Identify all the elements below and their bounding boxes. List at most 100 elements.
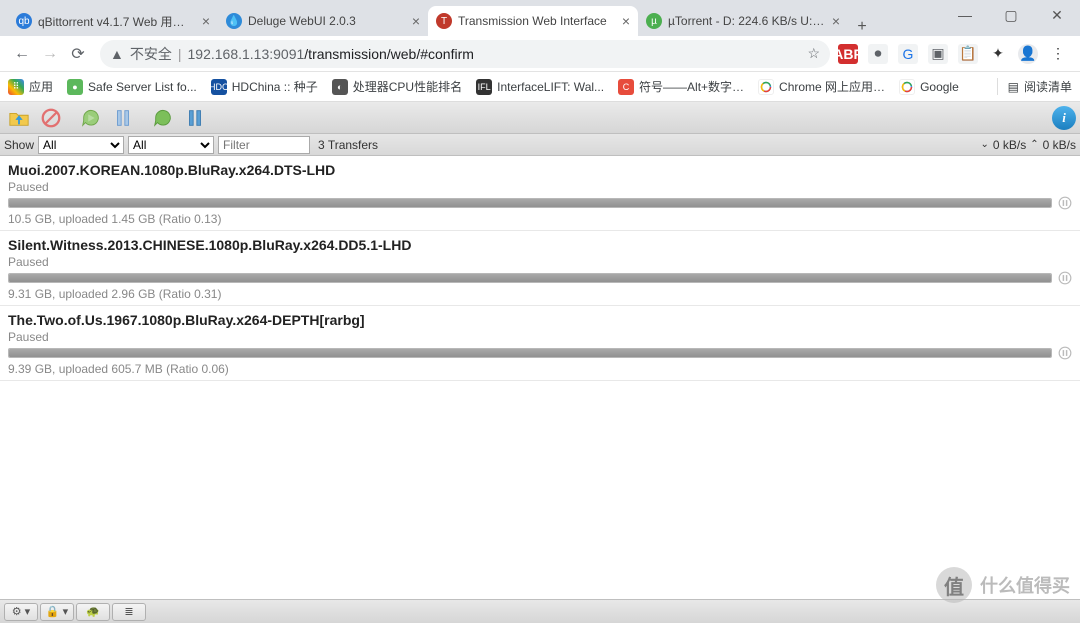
browser-tab[interactable]: 💧Deluge WebUI 2.0.3× [218, 6, 428, 36]
bookmark-star-icon[interactable]: ☆ [807, 45, 820, 62]
browser-menu-icon[interactable]: ⋮ [1048, 44, 1068, 64]
reload-button[interactable]: ⟳ [64, 40, 92, 68]
url-host: 192.168.1.13 [188, 46, 270, 62]
extension-icons: ABP ⏺ G ▣ 📋 ✦ 👤 ⋮ [838, 44, 1072, 64]
start-torrent-button[interactable] [76, 105, 106, 131]
filter-text-input[interactable] [218, 136, 310, 154]
progress-bar [8, 198, 1052, 208]
address-bar: ← → ⟳ ▲ 不安全 | 192.168.1.13:9091/transmis… [0, 36, 1080, 72]
url-port: :9091 [269, 46, 304, 62]
bookmark-icon: ◐ [332, 79, 348, 95]
pause-indicator-icon[interactable] [1058, 271, 1072, 285]
tab-title: µTorrent - D: 224.6 KB/s U: 7… [668, 14, 826, 28]
bookmark-label: Google [920, 80, 959, 94]
bookmark-icon [758, 79, 774, 95]
filter-status-select[interactable]: All [38, 136, 124, 154]
progress-bar [8, 273, 1052, 283]
apps-icon: ⠿ [8, 79, 24, 95]
torrent-status: Paused [8, 180, 1072, 194]
pause-all-button[interactable] [180, 105, 210, 131]
lock-button[interactable]: 🔒 ▾ [40, 603, 74, 621]
up-arrow-icon: ⌃ [1030, 139, 1038, 150]
pause-torrent-button[interactable] [108, 105, 138, 131]
g-ext-icon[interactable]: G [898, 44, 918, 64]
torrent-list: Muoi.2007.KOREAN.1080p.BluRay.x264.DTS-L… [0, 156, 1080, 621]
bookmark-label: 处理器CPU性能排名 [353, 78, 462, 95]
reading-list-button[interactable]: ▤ 阅读清单 [997, 78, 1072, 95]
reading-list-icon: ▤ [1008, 80, 1019, 94]
bookmark-item[interactable]: Google [899, 79, 959, 95]
close-tab-icon[interactable]: × [622, 13, 630, 29]
browser-tab-strip: qbqBittorrent v4.1.7 Web 用户界×💧Deluge Web… [0, 0, 1080, 36]
close-tab-icon[interactable]: × [832, 13, 840, 29]
square-ext-icon[interactable]: ▣ [928, 44, 948, 64]
close-tab-icon[interactable]: × [202, 13, 210, 29]
bookmark-label: Chrome 网上应用… [779, 78, 885, 95]
up-rate: 0 kB/s [1043, 138, 1076, 152]
apps-button[interactable]: ⠿ 应用 [8, 78, 53, 95]
tab-title: Deluge WebUI 2.0.3 [248, 14, 406, 28]
bookmark-label: Safe Server List fo... [88, 80, 197, 94]
bookmark-icon: HDC [211, 79, 227, 95]
bookmark-label: InterfaceLIFT: Wal... [497, 80, 604, 94]
close-window-button[interactable]: ✕ [1034, 0, 1080, 30]
bookmark-icon [899, 79, 915, 95]
turtle-mode-button[interactable]: 🐢 [76, 603, 110, 621]
progress-bar [8, 348, 1052, 358]
down-rate: 0 kB/s [993, 138, 1026, 152]
new-tab-button[interactable]: + [848, 18, 876, 36]
bookmark-item[interactable]: C符号——Alt+数字… [618, 78, 744, 95]
bookmark-item[interactable]: HDC HDChina :: 种子 [211, 78, 318, 95]
record-icon[interactable]: ⏺ [868, 44, 888, 64]
torrent-details: 9.39 GB, uploaded 605.7 MB (Ratio 0.06) [8, 362, 1072, 376]
torrent-details: 9.31 GB, uploaded 2.96 GB (Ratio 0.31) [8, 287, 1072, 301]
bookmark-icon: C [618, 79, 634, 95]
watermark: 值 什么值得买 [936, 567, 1070, 603]
tab-title: Transmission Web Interface [458, 14, 616, 28]
clipboard-ext-icon[interactable]: 📋 [958, 44, 978, 64]
abp-icon[interactable]: ABP [838, 44, 858, 64]
watermark-text: 什么值得买 [980, 572, 1070, 598]
settings-button[interactable]: ⚙ ▾ [4, 603, 38, 621]
favicon: T [436, 13, 452, 29]
bookmark-icon: IFL [476, 79, 492, 95]
bookmark-label: HDChina :: 种子 [232, 78, 318, 95]
url-path: /transmission/web/#confirm [304, 46, 474, 62]
window-controls: — ▢ ✕ [942, 0, 1080, 30]
pause-indicator-icon[interactable] [1058, 346, 1072, 360]
start-all-button[interactable] [148, 105, 178, 131]
favicon: µ [646, 13, 662, 29]
profile-icon[interactable]: 👤 [1018, 44, 1038, 64]
bookmark-item[interactable]: ◐ 处理器CPU性能排名 [332, 78, 462, 95]
favicon: qb [16, 13, 32, 29]
bookmarks-bar: ⠿ 应用 ● Safe Server List fo... HDC HDChina :… [0, 72, 1080, 102]
bookmark-item[interactable]: IFL InterfaceLIFT: Wal... [476, 79, 604, 95]
extensions-menu-icon[interactable]: ✦ [988, 44, 1008, 64]
compact-view-button[interactable]: ≣ [112, 603, 146, 621]
torrent-count: 3 Transfers [318, 138, 378, 152]
browser-tab[interactable]: T Transmission Web Interface × [428, 6, 638, 36]
pause-indicator-icon[interactable] [1058, 196, 1072, 210]
torrent-row[interactable]: Silent.Witness.2013.CHINESE.1080p.BluRay… [0, 231, 1080, 306]
forward-button[interactable]: → [36, 40, 64, 68]
torrent-row[interactable]: The.Two.of.Us.1967.1080p.BluRay.x264-DEP… [0, 306, 1080, 381]
browser-tab[interactable]: µ µTorrent - D: 224.6 KB/s U: 7… × [638, 6, 848, 36]
maximize-button[interactable]: ▢ [988, 0, 1034, 30]
bookmark-item[interactable]: ● Safe Server List fo... [67, 79, 197, 95]
bookmark-item[interactable]: Chrome 网上应用… [758, 78, 885, 95]
close-tab-icon[interactable]: × [412, 13, 420, 29]
torrent-row[interactable]: Muoi.2007.KOREAN.1080p.BluRay.x264.DTS-L… [0, 156, 1080, 231]
remove-torrent-button[interactable] [36, 105, 66, 131]
insecure-icon: ▲ [110, 46, 124, 62]
back-button[interactable]: ← [8, 40, 36, 68]
status-bar: ⚙ ▾ 🔒 ▾ 🐢 ≣ [0, 599, 1080, 623]
filter-tracker-select[interactable]: All [128, 136, 214, 154]
inspector-button[interactable]: i [1052, 106, 1076, 130]
bookmark-icon: ● [67, 79, 83, 95]
open-torrent-button[interactable] [4, 105, 34, 131]
browser-tab[interactable]: qb qBittorrent v4.1.7 Web 用户界 × [8, 6, 218, 36]
minimize-button[interactable]: — [942, 0, 988, 30]
torrent-name: Muoi.2007.KOREAN.1080p.BluRay.x264.DTS-L… [8, 162, 1072, 178]
url-input[interactable]: ▲ 不安全 | 192.168.1.13:9091/transmission/w… [100, 40, 830, 68]
tab-title: qBittorrent v4.1.7 Web 用户界 [38, 13, 196, 30]
